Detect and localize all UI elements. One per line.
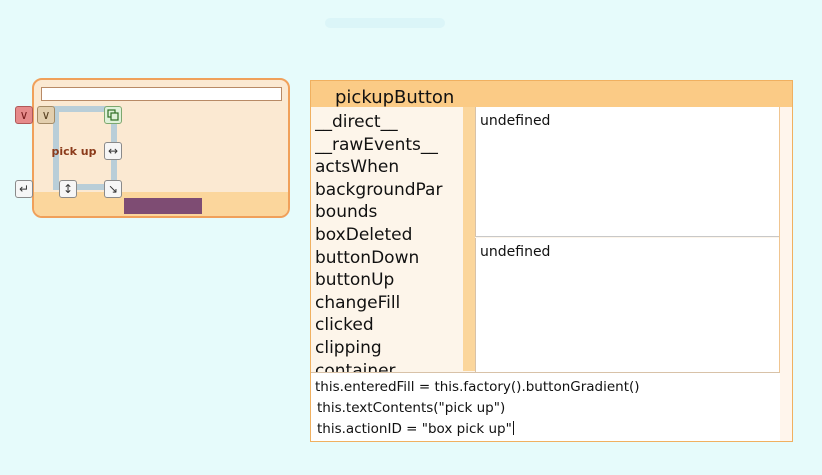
resize-button[interactable]: ↘: [104, 180, 122, 198]
inspector-window[interactable]: pickupButton __direct__ __rawEvents__ ac…: [310, 80, 793, 442]
list-item[interactable]: actsWhen: [315, 156, 463, 179]
code-line-text: this.actionID = "box pick up": [317, 421, 512, 437]
list-item[interactable]: container: [315, 360, 463, 373]
text-caret: [512, 421, 514, 435]
morph-label: pick up: [51, 145, 97, 158]
duplicate-button[interactable]: [104, 106, 122, 124]
value-text: undefined: [480, 113, 551, 129]
value-pane-top[interactable]: undefined: [475, 107, 781, 237]
inspector-title: pickupButton: [335, 87, 455, 108]
list-item[interactable]: clicked: [315, 314, 463, 337]
menu-chevron-button[interactable]: ∨: [15, 106, 33, 124]
desktop: ∨ ∨ pick up ↔ ↵ ↕ ↘ pickupButton __direc…: [0, 0, 822, 475]
list-item[interactable]: __rawEvents__: [315, 134, 463, 157]
inspector-header[interactable]: pickupButton: [311, 81, 792, 108]
chevron-down-icon: ∨: [19, 108, 29, 122]
list-item[interactable]: boxDeleted: [315, 224, 463, 247]
duplicate-icon: [107, 109, 119, 121]
list-item[interactable]: buttonUp: [315, 269, 463, 292]
resize-height-button[interactable]: ↕: [59, 180, 77, 198]
morph-editor-panel[interactable]: ∨ ∨ pick up ↔ ↵ ↕ ↘: [15, 78, 290, 218]
chevron-down-icon: ∨: [41, 108, 51, 122]
morph-title-field[interactable]: [41, 87, 282, 101]
code-line: this.textContents("pick up"): [317, 400, 506, 416]
list-item[interactable]: clipping: [315, 337, 463, 360]
decorative-glow: [325, 18, 445, 28]
rotate-button[interactable]: ↵: [15, 180, 33, 198]
code-line: this.enteredFill = this.factory().button…: [315, 379, 640, 395]
resize-diagonal-icon: ↘: [107, 182, 119, 196]
menu2-chevron-button[interactable]: ∨: [37, 106, 55, 124]
value-pane-bottom[interactable]: undefined: [475, 238, 781, 372]
value-text: undefined: [480, 244, 551, 260]
morph-purple-bar[interactable]: [124, 198, 202, 214]
rotate-icon: ↵: [18, 182, 30, 196]
list-item[interactable]: changeFill: [315, 292, 463, 315]
resize-vertical-icon: ↕: [62, 182, 74, 196]
list-item[interactable]: buttonDown: [315, 247, 463, 270]
code-line: this.actionID = "box pick up": [315, 419, 780, 440]
inspector-scrollbar[interactable]: [779, 107, 792, 441]
resize-horizontal-icon: ↔: [107, 144, 119, 158]
resize-width-button[interactable]: ↔: [104, 142, 122, 160]
list-item[interactable]: bounds: [315, 201, 463, 224]
property-list[interactable]: __direct__ __rawEvents__ actsWhen backgr…: [315, 111, 463, 373]
list-item[interactable]: backgroundPar: [315, 179, 463, 202]
property-list-scrollbar[interactable]: [463, 107, 475, 371]
code-editor[interactable]: this.enteredFill = this.factory().button…: [311, 372, 780, 441]
list-item[interactable]: __direct__: [315, 111, 463, 134]
